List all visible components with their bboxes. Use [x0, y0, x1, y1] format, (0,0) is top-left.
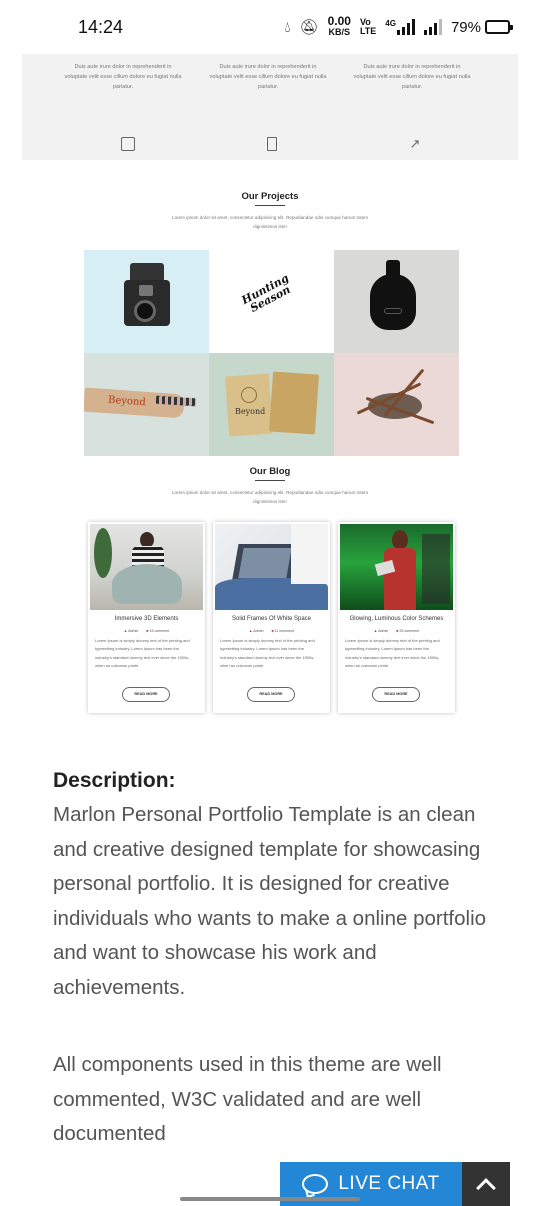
notebook-cover: [224, 373, 274, 437]
projects-grid: Hunting Season Beyond Beyond: [84, 250, 459, 456]
camera-viewfinder: [139, 285, 153, 296]
blog-post-title[interactable]: Glowing, Luminous Color Schemes: [338, 616, 455, 622]
camera-lens: [134, 300, 156, 322]
blog-subtitle: Lorem ipsum dolor sit amet, consectetur …: [171, 490, 369, 504]
read-more-button[interactable]: READ MORE: [372, 687, 420, 702]
blog-cards: Immersive 3D Elements ▲ Admin ■ 15 comme…: [88, 522, 458, 714]
blog-post-title[interactable]: Immersive 3D Elements: [88, 616, 205, 622]
battery: 79%: [450, 18, 513, 36]
volte-indicator: Vo LTE: [360, 18, 376, 36]
blog-image: [90, 524, 203, 610]
notebook-brand: Beyond: [235, 407, 266, 416]
signal-4g: 4G: [385, 19, 415, 35]
status-bar: 14:24 💧︎ 🔕︎ 0.00 KB/S Vo LTE 4G 79%: [0, 0, 540, 54]
notebook-emblem: [241, 387, 257, 403]
bottle-body: [370, 274, 416, 330]
clock: 14:24: [78, 16, 124, 37]
features-section: Duis aute irure dolor in reprehenderit i…: [22, 54, 518, 160]
author-label: ▲ Admin: [248, 629, 264, 633]
comment-count: ■ 15 comment: [146, 629, 170, 633]
read-more-button[interactable]: READ MORE: [122, 687, 170, 702]
comment-count: ■ 29 comment: [396, 629, 420, 633]
projects-title: Our Projects: [241, 191, 299, 202]
comment-icon: ■: [271, 629, 274, 633]
notebook-page: [268, 371, 320, 435]
feature-text-2: Duis aute irure dolor in reprehenderit i…: [209, 64, 327, 90]
blog-post-excerpt: Lorem Ipsum is simply dummy text of the …: [95, 638, 190, 669]
feature-text-1: Duis aute irure dolor in reprehenderit i…: [64, 64, 182, 90]
blog-post-excerpt: Lorem Ipsum is simply dummy text of the …: [220, 638, 315, 669]
blog-title-underline: [255, 480, 285, 481]
hunting-season-logo: Hunting Season: [239, 271, 293, 315]
description-paragraph-1: Marlon Personal Portfolio Template is an…: [53, 803, 487, 999]
project-camera[interactable]: [84, 250, 209, 353]
gesture-home-bar[interactable]: [180, 1197, 360, 1201]
chat-bubble-icon: [302, 1174, 329, 1194]
projects-title-underline: [255, 205, 285, 206]
blog-card[interactable]: Solid Frames Of White Space ▲ Admin ■ 11…: [213, 522, 330, 713]
net-speed-value: 0.00: [327, 14, 351, 28]
chevron-up-icon: [476, 1178, 496, 1198]
signal-strength-2-icon: [423, 19, 442, 35]
mute-bell-icon: 🔕︎: [299, 18, 319, 36]
status-icons: 💧︎ 🔕︎ 0.00 KB/S Vo LTE 4G 79%: [284, 14, 513, 38]
blog-post-excerpt: Lorem Ipsum is simply dummy text of the …: [345, 638, 440, 669]
rocket-icon: ↗: [409, 136, 421, 151]
blog-post-meta: ▲ Admin ■ 29 comment: [338, 629, 455, 633]
comment-count: ■ 11 comment: [271, 629, 295, 633]
description-paragraph-2: All components used in this theme are we…: [53, 1053, 442, 1145]
user-icon: ▲: [373, 629, 378, 633]
author-label: ▲ Admin: [123, 629, 139, 633]
blog-image: [340, 524, 453, 610]
project-brushes[interactable]: [334, 353, 459, 456]
user-icon: ▲: [248, 629, 253, 633]
image-icon: [121, 137, 135, 151]
web-page[interactable]: Duis aute irure dolor in reprehenderit i…: [22, 54, 518, 1206]
project-black-bottle[interactable]: [334, 250, 459, 353]
scroll-to-top-button[interactable]: [462, 1162, 510, 1206]
blog-title: Our Blog: [249, 466, 291, 477]
projects-subtitle: Lorem ipsum dolor sit amet, consectetur …: [171, 215, 369, 229]
bottle-label: [384, 308, 402, 314]
network-type: 4G: [385, 19, 396, 28]
data-saver-icon: 💧︎: [284, 18, 291, 36]
project-notebook[interactable]: Beyond: [209, 353, 334, 456]
blog-post-title[interactable]: Solid Frames Of White Space: [213, 616, 330, 622]
blog-post-meta: ▲ Admin ■ 11 comment: [213, 629, 330, 633]
project-pencil-case[interactable]: Beyond: [84, 353, 209, 456]
description-section: Description: Marlon Personal Portfolio T…: [53, 764, 493, 1152]
battery-percent: 79%: [450, 18, 481, 36]
read-more-button[interactable]: READ MORE: [247, 687, 295, 702]
blog-card[interactable]: Glowing, Luminous Color Schemes ▲ Admin …: [338, 522, 455, 713]
author-label: ▲ Admin: [373, 629, 389, 633]
battery-icon: [485, 20, 513, 34]
user-icon: ▲: [123, 629, 128, 633]
blog-image: [215, 524, 328, 610]
project-hunting-season[interactable]: Hunting Season: [209, 250, 334, 353]
net-speed-unit: KB/S: [328, 27, 351, 37]
book-icon: [267, 137, 277, 151]
volte-bottom: LTE: [359, 26, 377, 36]
description-heading: Description:: [53, 769, 176, 792]
live-chat-label: LIVE CHAT: [338, 1173, 440, 1194]
blog-card[interactable]: Immersive 3D Elements ▲ Admin ■ 15 comme…: [88, 522, 205, 713]
blog-post-meta: ▲ Admin ■ 15 comment: [88, 629, 205, 633]
signal-strength-icon: [396, 19, 415, 35]
feature-text-3: Duis aute irure dolor in reprehenderit i…: [353, 64, 471, 90]
net-speed: 0.00 KB/S: [327, 14, 351, 38]
